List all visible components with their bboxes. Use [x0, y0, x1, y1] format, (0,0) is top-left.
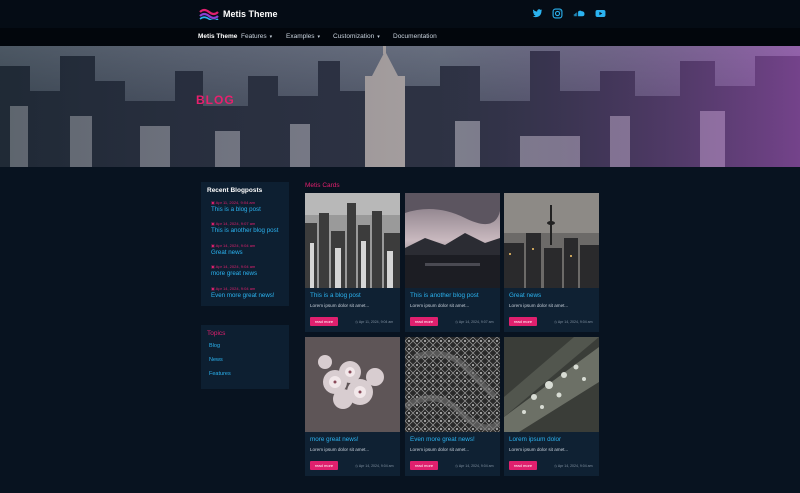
blog-card: This is a blog post Lorem ipsum dolor si…: [305, 193, 400, 332]
card-title[interactable]: Lorem ipsum dolor: [509, 436, 561, 443]
main-nav: Metis Theme Features ▾ Examples ▾ Customiz…: [0, 28, 800, 46]
card-date-text: Apr 14, 2024, 9:04 am: [557, 464, 593, 468]
card-excerpt: Lorem ipsum dolor sit amet...: [509, 303, 569, 308]
post-date: ▣ Apr 14, 2024, 9:04 am: [211, 243, 256, 248]
topic-link-features[interactable]: Features: [209, 371, 231, 377]
nav-home[interactable]: Metis Theme: [198, 33, 237, 40]
read-more-button[interactable]: read more: [509, 317, 537, 326]
nav-customization[interactable]: Customization ▾: [333, 33, 380, 40]
brand[interactable]: Metis Theme: [199, 8, 278, 20]
post-date-text: Apr 11, 2024, 9:04 am: [215, 200, 255, 205]
card-image-coastal-dusk[interactable]: [405, 193, 500, 288]
card-date: ◷ Apr 14, 2024, 9:07 am: [455, 320, 494, 324]
soundcloud-icon[interactable]: [572, 8, 586, 19]
topics-panel: Topics Blog News Features: [201, 325, 289, 389]
card-excerpt: Lorem ipsum dolor sit amet...: [310, 447, 370, 452]
nav-examples[interactable]: Examples ▾: [286, 33, 320, 40]
read-more-button[interactable]: read more: [310, 317, 338, 326]
card-date-text: Apr 14, 2024, 9:04 am: [458, 464, 494, 468]
post-link[interactable]: This is a blog post: [211, 206, 261, 213]
card-excerpt: Lorem ipsum dolor sit amet...: [410, 447, 470, 452]
card-excerpt: Lorem ipsum dolor sit amet...: [509, 447, 569, 452]
hero-banner: BLOG: [0, 46, 800, 167]
post-date: ▣ Apr 14, 2024, 9:04 am: [211, 264, 256, 269]
chevron-down-icon: ▾: [377, 34, 380, 40]
post-date-text: Apr 14, 2024, 9:04 am: [215, 243, 256, 248]
topics-title: Topics: [207, 330, 226, 337]
twitter-icon[interactable]: [532, 8, 543, 19]
social-links: [532, 8, 606, 19]
post-date: ▣ Apr 14, 2024, 9:07 am: [211, 221, 256, 226]
card-date: ◷ Apr 11, 2024, 9:04 am: [355, 320, 394, 324]
card-date-text: Apr 14, 2024, 9:04 am: [557, 320, 593, 324]
card-image-cherry-blossom[interactable]: [305, 337, 400, 432]
card-date-text: Apr 14, 2024, 9:07 am: [458, 320, 494, 324]
post-link[interactable]: more great news: [211, 270, 257, 277]
metis-logo-icon: [199, 8, 219, 20]
top-header: Metis Theme: [0, 0, 800, 28]
brand-name: Metis Theme: [223, 9, 278, 19]
instagram-icon[interactable]: [552, 8, 563, 19]
card-excerpt: Lorem ipsum dolor sit amet...: [310, 303, 370, 308]
nav-home-label: Metis Theme: [198, 33, 238, 40]
card-image-frost-texture[interactable]: [405, 337, 500, 432]
post-date-text: Apr 14, 2024, 9:07 am: [215, 221, 256, 226]
blog-card: more great news! Lorem ipsum dolor sit a…: [305, 337, 400, 476]
nav-examples-label: Examples: [286, 33, 315, 40]
card-title[interactable]: more great news!: [310, 436, 359, 443]
chevron-down-icon: ▾: [317, 34, 321, 40]
recent-posts-panel: Recent Blogposts ▣ Apr 11, 2024, 9:04 am…: [201, 182, 289, 306]
card-date-text: Apr 14, 2024, 9:04 am: [358, 464, 394, 468]
card-image-water-droplets[interactable]: [504, 337, 599, 432]
blog-card: Lorem ipsum dolor Lorem ipsum dolor sit …: [504, 337, 599, 476]
card-image-city-tower[interactable]: [504, 193, 599, 288]
post-date: ▣ Apr 14, 2024, 9:04 am: [211, 286, 256, 291]
card-title[interactable]: Great news: [509, 292, 541, 299]
post-link[interactable]: Even more great news!: [211, 292, 275, 299]
post-date-text: Apr 14, 2024, 9:04 am: [215, 286, 256, 291]
post-date: ▣ Apr 11, 2024, 9:04 am: [211, 200, 255, 205]
cards-section-title: Metis Cards: [305, 182, 340, 189]
blog-card: Even more great news! Lorem ipsum dolor …: [405, 337, 500, 476]
card-date: ◷ Apr 14, 2024, 9:04 am: [455, 464, 494, 468]
page-title: BLOG: [196, 93, 235, 107]
card-date: ◷ Apr 14, 2024, 9:04 am: [554, 320, 593, 324]
card-excerpt: Lorem ipsum dolor sit amet...: [410, 303, 470, 308]
post-link[interactable]: Great news: [211, 249, 243, 256]
card-date-text: Apr 11, 2024, 9:04 am: [358, 320, 394, 324]
topic-link-news[interactable]: News: [209, 357, 223, 363]
blog-card: Great news Lorem ipsum dolor sit amet...…: [504, 193, 599, 332]
card-image-city-skyline[interactable]: [305, 193, 400, 288]
topic-link-blog[interactable]: Blog: [209, 343, 220, 349]
read-more-button[interactable]: read more: [410, 317, 438, 326]
read-more-button[interactable]: read more: [410, 461, 438, 470]
nav-documentation-label: Documentation: [393, 33, 437, 40]
nav-documentation[interactable]: Documentation: [393, 33, 437, 40]
youtube-icon[interactable]: [595, 8, 606, 19]
card-date: ◷ Apr 14, 2024, 9:04 am: [355, 464, 394, 468]
blog-card: This is another blog post Lorem ipsum do…: [405, 193, 500, 332]
card-title[interactable]: This is another blog post: [410, 292, 479, 299]
post-date-text: Apr 14, 2024, 9:04 am: [215, 264, 256, 269]
read-more-button[interactable]: read more: [310, 461, 338, 470]
card-title[interactable]: Even more great news!: [410, 436, 475, 443]
chevron-down-icon: ▾: [269, 34, 273, 40]
nav-features-label: Features: [241, 33, 267, 40]
nav-customization-label: Customization: [333, 33, 375, 40]
read-more-button[interactable]: read more: [509, 461, 537, 470]
card-title[interactable]: This is a blog post: [310, 292, 361, 299]
card-date: ◷ Apr 14, 2024, 9:04 am: [554, 464, 593, 468]
post-link[interactable]: This is another blog post: [211, 227, 278, 234]
nav-features[interactable]: Features ▾: [241, 33, 272, 40]
city-skyline-image: [0, 46, 800, 167]
recent-posts-title: Recent Blogposts: [207, 187, 263, 194]
